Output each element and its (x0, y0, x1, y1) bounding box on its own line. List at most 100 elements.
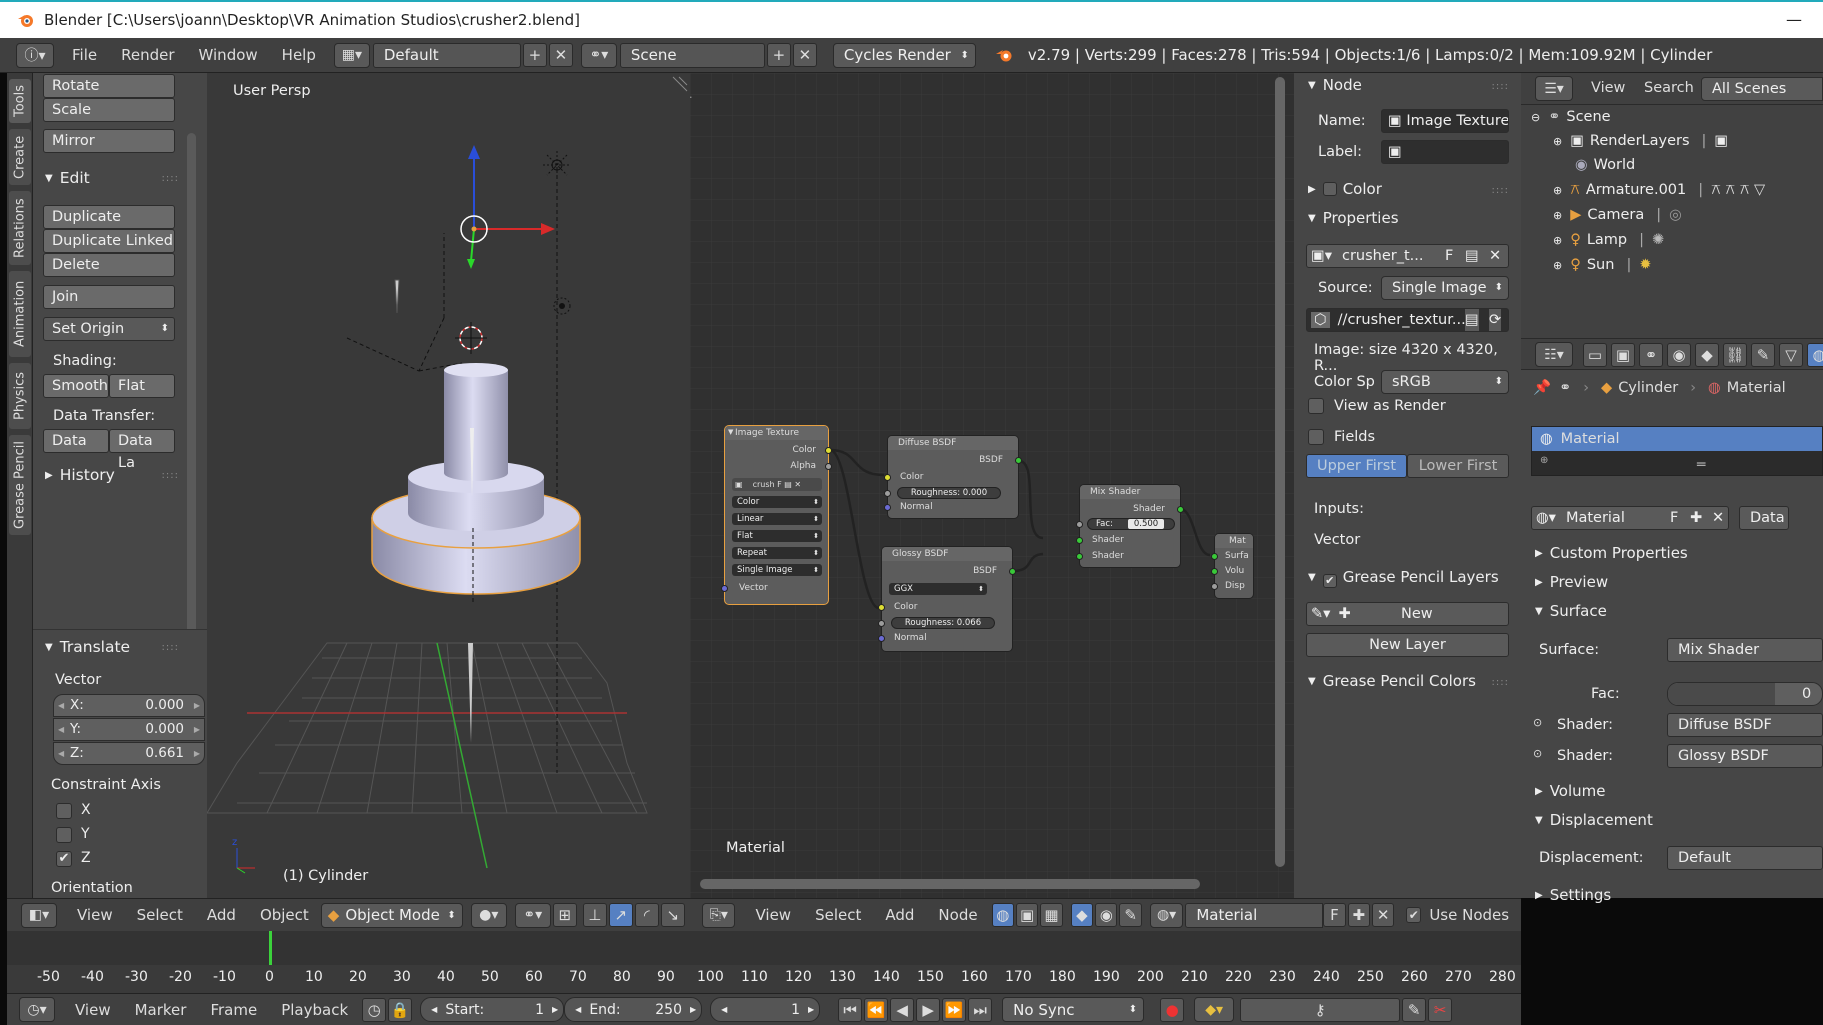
tab-relations[interactable]: Relations (9, 191, 31, 265)
minimize-button[interactable]: — (1765, 2, 1823, 40)
add-layout-button[interactable]: + (522, 43, 547, 67)
remove-scene-button[interactable]: ✕ (792, 43, 817, 67)
filepath-field[interactable]: ⬡ //crusher_textur... ▤ ⟳ (1306, 308, 1509, 332)
drag-handle-icon[interactable]: :::: (1492, 677, 1509, 688)
screen-layout-icon[interactable]: ▦▾ (333, 42, 370, 68)
mix-fac-slider[interactable]: Fac: 0.500 (1087, 518, 1175, 530)
menu-file[interactable]: File (72, 46, 97, 64)
reload-icon[interactable]: ⟳ (1489, 309, 1502, 331)
vector-y-field[interactable]: ◀ Y: 0.000 ▶ (53, 718, 205, 741)
menu-help[interactable]: Help (282, 46, 316, 64)
editor-type-node-icon[interactable]: ⎘▾ (702, 902, 736, 928)
pin-icon[interactable]: 📌 (1533, 379, 1551, 396)
node-fake-user-toggle[interactable]: F (1323, 903, 1346, 927)
current-frame-indicator[interactable] (269, 931, 272, 965)
data-button[interactable]: Data (43, 429, 109, 453)
tab-constraints-icon[interactable]: ⛓ (1723, 343, 1747, 367)
mix-shader-node[interactable]: Mix Shader Shader Fac: 0.500 Shader Shade… (1076, 484, 1184, 568)
outliner-row-armature[interactable]: ⊕ ⚻ Armature.001 | ⚻ ⚻ ⚻ ▽ (1553, 178, 1765, 202)
node-editor[interactable]: Image Texture ▼ Color Alpha ▣ crush F ▤ ✕… (690, 73, 1294, 898)
material-slot-list[interactable]: ◍ Material ⊕ ═ (1531, 426, 1823, 476)
tab-object-icon[interactable]: ◆ (1695, 343, 1719, 367)
edit-panel-header[interactable]: Edit (45, 169, 90, 187)
texture-nodes-icon[interactable]: ▦ (1040, 903, 1063, 927)
gp-datablock[interactable]: ✎▾ ✚ New (1306, 602, 1509, 626)
drag-handle-icon[interactable]: :::: (1492, 81, 1509, 92)
grease-pencil-colors-header[interactable]: Grease Pencil Colors (1308, 672, 1476, 690)
sync-select[interactable]: No Sync ⬍ (1002, 997, 1145, 1022)
use-nodes-checkbox[interactable]: ✔ (1406, 907, 1422, 923)
glossy-bsdf-node[interactable]: Glossy BSDF BSDF GGX Color Roughness: 0.… (878, 546, 1016, 652)
drag-handle-icon[interactable]: :::: (1492, 185, 1509, 196)
source-select[interactable]: Single Image ⬍ (1381, 276, 1509, 300)
timeline-menu-marker[interactable]: Marker (135, 1001, 187, 1019)
keying-icon[interactable]: ◆▾ (1194, 997, 1235, 1022)
tab-modifiers-icon[interactable]: ✎ (1751, 343, 1775, 367)
jump-end-icon[interactable]: ⏭ (968, 997, 993, 1022)
3d-cursor-icon[interactable] (455, 322, 487, 354)
mix-fac-socket[interactable] (1076, 521, 1083, 528)
open-folder-icon[interactable]: ▤ (784, 480, 792, 489)
delete-keyframe-icon[interactable]: ✂ (1428, 997, 1453, 1022)
alpha-output-socket[interactable] (825, 463, 832, 470)
pencil-icon[interactable]: ✎▾ (1311, 606, 1330, 622)
output-displacement-socket[interactable] (1211, 583, 1218, 590)
jump-keyframe-forward-icon[interactable]: ⏩ (942, 997, 967, 1022)
scale-manipulator-icon[interactable]: ↘ (660, 903, 685, 927)
image-datablock[interactable]: ▣▾ crusher_t... F ▤ ✕ (1306, 244, 1509, 268)
mirror-button[interactable]: Mirror (43, 129, 175, 153)
shader-nodes-icon[interactable]: ◍ (991, 903, 1014, 927)
axis-y-checkbox[interactable] (56, 827, 72, 843)
surface-select[interactable]: Mix Shader (1667, 638, 1823, 662)
outliner-filter-select[interactable]: All Scenes (1701, 77, 1823, 101)
tab-world-icon[interactable]: ◉ (1667, 343, 1691, 367)
color-space-select[interactable]: sRGB ⬍ (1381, 370, 1509, 394)
image-browse-icon[interactable]: ▣▾ (1311, 248, 1332, 264)
node-editor-v-scrollbar[interactable] (1275, 77, 1285, 867)
expand-icon[interactable]: ⊕ (1553, 259, 1562, 272)
node-material-field[interactable]: Material (1185, 902, 1324, 928)
color-space-select[interactable]: Color (732, 496, 822, 508)
outliner-row-camera[interactable]: ⊕ ▶ Camera | ◎ (1553, 203, 1682, 227)
outliner-row-scene[interactable]: ⊖ ⚭ Scene (1531, 105, 1611, 129)
image-selector[interactable]: ▣ crush F ▤ ✕ (732, 478, 822, 491)
keying-set-field[interactable]: ⚷ (1240, 997, 1401, 1022)
diffuse-bsdf-node[interactable]: Diffuse BSDF BSDF Color Roughness: 0.000… (884, 435, 1022, 519)
diffuse-bsdf-output-socket[interactable] (1015, 457, 1022, 464)
diffuse-normal-socket[interactable] (884, 504, 891, 511)
material-browse-icon[interactable]: ◍▾ (1536, 510, 1556, 526)
shader2-select[interactable]: Glossy BSDF (1667, 744, 1823, 768)
displacement-panel-header[interactable]: Displacement (1535, 811, 1653, 829)
shader1-select[interactable]: Diffuse BSDF (1667, 713, 1823, 737)
fake-user-toggle[interactable]: F (1445, 245, 1453, 267)
upper-first-button[interactable]: Upper First (1306, 454, 1407, 478)
output-volume-socket[interactable] (1211, 568, 1218, 575)
extension-select[interactable]: Repeat (732, 547, 822, 559)
world-shader-icon[interactable]: ◉ (1095, 903, 1118, 927)
vector-input-socket[interactable] (721, 585, 728, 592)
image-texture-node[interactable]: Image Texture ▼ Color Alpha ▣ crush F ▤ ✕… (721, 425, 832, 605)
open-folder-icon[interactable]: ▤ (1465, 245, 1479, 267)
layout-field[interactable]: Default (372, 42, 521, 68)
tab-tools[interactable]: Tools (9, 79, 31, 123)
tab-scene-icon[interactable]: ⚭ (1639, 343, 1663, 367)
unlink-icon[interactable]: ✕ (1712, 507, 1724, 529)
start-frame-field[interactable]: ◀ Start: 1 ▶ (420, 997, 565, 1022)
remove-layout-button[interactable]: ✕ (548, 43, 573, 67)
scene-field[interactable]: Scene (619, 42, 765, 68)
lower-first-button[interactable]: Lower First (1407, 454, 1509, 478)
menu-render[interactable]: Render (121, 46, 174, 64)
displacement-select[interactable]: Default (1667, 846, 1823, 870)
outliner-row-world[interactable]: ◉ World (1575, 153, 1635, 177)
expand-icon[interactable]: ⊕ (1553, 184, 1562, 197)
node-menu-add[interactable]: Add (885, 906, 914, 924)
timeline-menu-view[interactable]: View (75, 1001, 111, 1019)
material-datablock[interactable]: ◍▾ Material F ✚ ✕ (1531, 506, 1729, 530)
glossy-normal-socket[interactable] (878, 635, 885, 642)
volume-header[interactable]: Volume (1535, 782, 1606, 800)
tab-data-icon[interactable]: ▽ (1779, 343, 1803, 367)
play-icon[interactable]: ▶ (916, 997, 941, 1022)
compositing-nodes-icon[interactable]: ▣ (1015, 903, 1039, 927)
vector-z-field[interactable]: ◀ Z: 0.661 ▶ (53, 742, 205, 765)
current-frame-field[interactable]: ◀ 1 ▶ (710, 997, 821, 1022)
